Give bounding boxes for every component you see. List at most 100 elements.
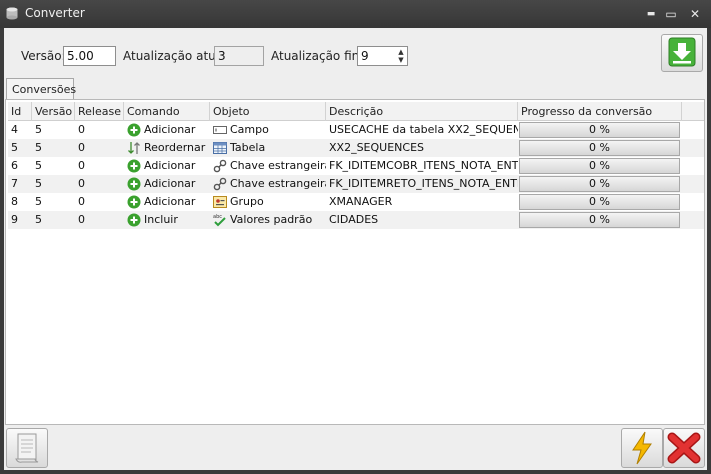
progress-bar: 0 % (519, 122, 680, 138)
atualizacao-final-value: 9 (361, 49, 369, 63)
add-icon (127, 195, 141, 209)
progress-bar: 0 % (519, 158, 680, 174)
grid-body: 4 5 0 Adicionar Campo USECACHE da tabela XX2_… (8, 121, 704, 229)
table-row[interactable]: 9 5 0 Incluir abc Valores padrão CIDADES 0 % (8, 211, 704, 229)
document-scroll-icon (15, 433, 39, 463)
red-x-icon (667, 432, 701, 464)
cell-versao: 5 (35, 159, 42, 172)
conversions-panel: Id Versão Release Comando Objeto Descriç… (5, 99, 705, 425)
table-row[interactable]: 7 5 0 Adicionar Chave estrangeira FK_IDITEMRE… (8, 175, 704, 193)
objeto-label: Tabela (230, 141, 266, 154)
cell-objeto: Chave estrangeira (210, 175, 326, 193)
cell-objeto: abc Valores padrão (210, 211, 326, 229)
log-button[interactable] (6, 428, 48, 468)
cell-comando: Incluir (124, 211, 210, 229)
cell-id: 5 (11, 141, 18, 154)
cell-progresso: 0 % (518, 121, 682, 139)
cell-descricao: FK_IDITEMRETO_ITENS_NOTA_ENTRA (329, 177, 518, 190)
cell-progresso: 0 % (518, 139, 682, 157)
foreign-key-icon (213, 159, 227, 173)
column-header-id[interactable]: Id (8, 102, 32, 121)
table-row[interactable]: 6 5 0 Adicionar Chave estrangeira FK_IDITEMCO… (8, 157, 704, 175)
versao-field[interactable]: 5.00 (63, 46, 116, 66)
add-icon (127, 159, 141, 173)
cell-comando: Adicionar (124, 193, 210, 211)
cell-versao: 5 (35, 177, 42, 190)
database-icon (6, 7, 18, 20)
cell-descricao: XMANAGER (329, 195, 393, 208)
cell-descricao: FK_IDITEMCOBR_ITENS_NOTA_ENTRA (329, 159, 518, 172)
progress-bar: 0 % (519, 176, 680, 192)
cell-comando: Reordernar (124, 139, 210, 157)
table-row[interactable]: 4 5 0 Adicionar Campo USECACHE da tabela XX2_… (8, 121, 704, 139)
cell-id: 7 (11, 177, 18, 190)
default-values-icon: abc (213, 213, 227, 227)
column-header-versao[interactable]: Versão (32, 102, 75, 121)
cell-comando: Adicionar (124, 121, 210, 139)
cell-objeto: Campo (210, 121, 326, 139)
versao-label: Versão: (21, 49, 66, 63)
cell-descricao: CIDADES (329, 213, 379, 226)
version-toolbar: Versão: 5.00 Atualização atual: 3 Atuali… (4, 28, 707, 76)
cell-release: 0 (78, 123, 85, 136)
cell-progresso: 0 % (518, 157, 682, 175)
objeto-label: Valores padrão (230, 213, 313, 226)
grid-header: Id Versão Release Comando Objeto Descriç… (8, 102, 704, 121)
cell-progresso: 0 % (518, 175, 682, 193)
add-icon (127, 213, 141, 227)
cell-objeto: Tabela (210, 139, 326, 157)
stepper-arrows-icon[interactable]: ▲ ▼ (396, 48, 406, 64)
cancel-button[interactable] (663, 428, 705, 468)
cell-versao: 5 (35, 213, 42, 226)
atualizacao-final-stepper[interactable]: 9 ▲ ▼ (357, 46, 408, 66)
conversions-grid: Id Versão Release Comando Objeto Descriç… (8, 102, 704, 229)
comando-label: Adicionar (144, 159, 196, 172)
cell-comando: Adicionar (124, 157, 210, 175)
download-button[interactable] (661, 34, 703, 72)
progress-bar: 0 % (519, 140, 680, 156)
cell-versao: 5 (35, 195, 42, 208)
cell-objeto: Chave estrangeira (210, 157, 326, 175)
cell-id: 4 (11, 123, 18, 136)
maximize-button[interactable]: ▭ (663, 6, 679, 22)
svg-text:abc: abc (213, 214, 222, 220)
cell-release: 0 (78, 195, 85, 208)
cell-id: 9 (11, 213, 18, 226)
column-header-release[interactable]: Release (75, 102, 124, 121)
column-header-progresso[interactable]: Progresso da conversão (518, 102, 682, 121)
execute-button[interactable] (621, 428, 663, 468)
field-icon (213, 123, 227, 137)
window-title: Converter (25, 6, 85, 20)
table-row[interactable]: 8 5 0 Adicionar Grupo XMANAGER 0 % (8, 193, 704, 211)
cell-id: 6 (11, 159, 18, 172)
cell-release: 0 (78, 159, 85, 172)
cell-descricao: XX2_SEQUENCES (329, 141, 425, 154)
cell-progresso: 0 % (518, 211, 682, 229)
objeto-label: Grupo (230, 195, 264, 208)
objeto-label: Chave estrangeira (230, 177, 326, 190)
cell-release: 0 (78, 141, 85, 154)
cell-comando: Adicionar (124, 175, 210, 193)
title-bar[interactable]: Converter ▬ ▭ ✕ (0, 0, 711, 28)
reorder-icon (127, 141, 141, 155)
lightning-icon (632, 431, 652, 465)
converter-window: Converter ▬ ▭ ✕ Versão: 5.00 Atualização… (0, 0, 711, 474)
download-arrow-icon (668, 37, 696, 67)
cell-release: 0 (78, 213, 85, 226)
cell-versao: 5 (35, 141, 42, 154)
add-icon (127, 177, 141, 191)
comando-label: Adicionar (144, 195, 196, 208)
close-button[interactable]: ✕ (687, 6, 703, 22)
group-icon (213, 195, 227, 209)
column-header-descricao[interactable]: Descrição (326, 102, 518, 121)
column-header-objeto[interactable]: Objeto (210, 102, 326, 121)
comando-label: Incluir (144, 213, 178, 226)
objeto-label: Chave estrangeira (230, 159, 326, 172)
tab-conversoes[interactable]: Conversões (6, 78, 76, 99)
minimize-button[interactable]: ▬ (643, 6, 659, 22)
column-header-comando[interactable]: Comando (124, 102, 210, 121)
comando-label: Reordernar (144, 141, 206, 154)
cell-id: 8 (11, 195, 18, 208)
table-row[interactable]: 5 5 0 Reordernar Tabela XX2_SEQUENCES 0 % (8, 139, 704, 157)
comando-label: Adicionar (144, 177, 196, 190)
